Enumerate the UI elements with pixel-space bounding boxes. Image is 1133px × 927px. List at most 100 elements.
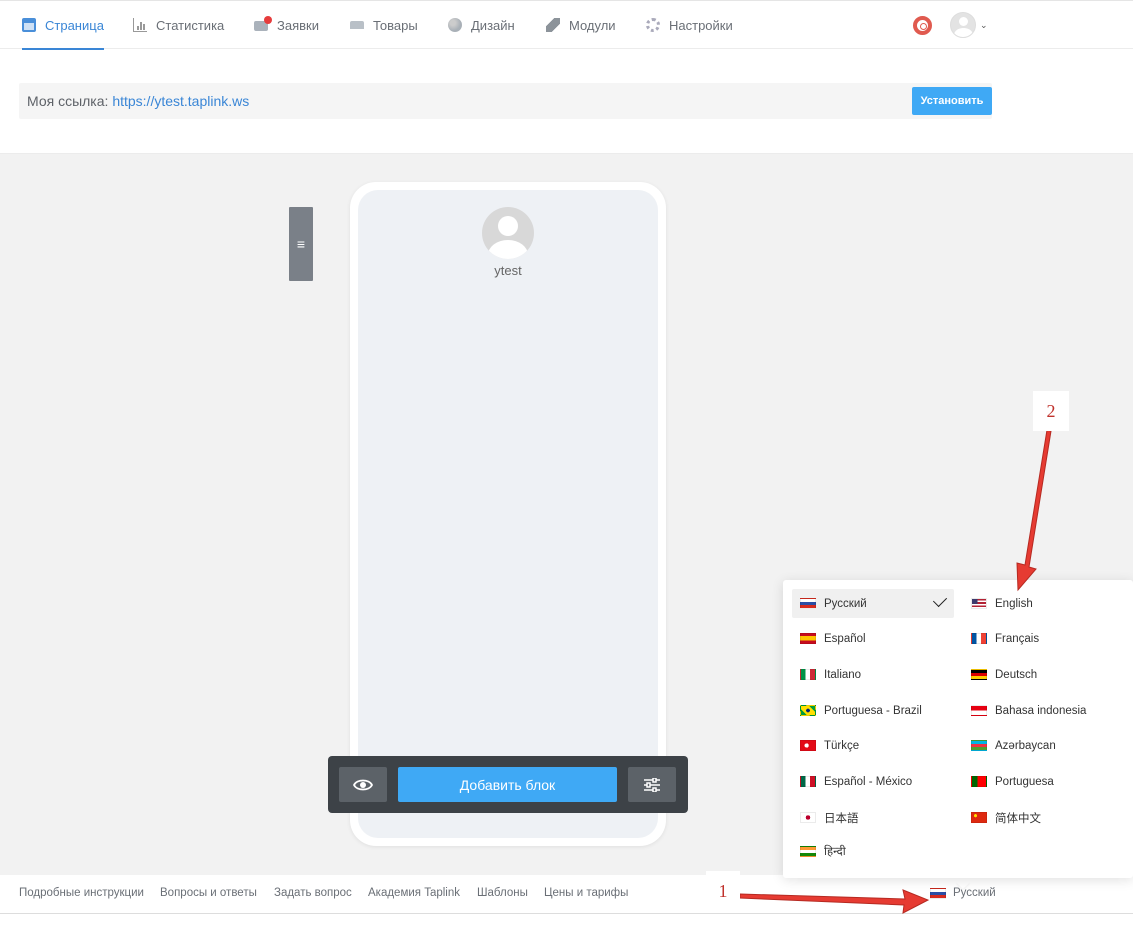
profile-avatar[interactable] bbox=[482, 207, 534, 259]
language-option-ru[interactable]: Русский bbox=[792, 589, 954, 618]
mexico-flag-icon bbox=[800, 776, 816, 787]
my-link-url[interactable]: https://ytest.taplink.ws bbox=[112, 93, 249, 109]
language-option-ja[interactable]: 日本語 bbox=[792, 803, 954, 832]
language-option-tr[interactable]: Türkçe bbox=[792, 731, 954, 760]
tab-design-label: Дизайн bbox=[471, 17, 515, 33]
stats-icon bbox=[133, 18, 147, 32]
footer-link-pricing[interactable]: Цены и тарифы bbox=[544, 887, 628, 899]
tab-page[interactable]: Страница bbox=[22, 1, 104, 50]
language-option-id[interactable]: Bahasa indonesia bbox=[963, 696, 1125, 725]
language-option-zh[interactable]: 简体中文 bbox=[963, 803, 1125, 832]
tab-statistics[interactable]: Статистика bbox=[133, 1, 224, 49]
language-option-de[interactable]: Deutsch bbox=[963, 660, 1125, 689]
language-option-label: Italiano bbox=[824, 668, 862, 681]
language-option-label: Türkçe bbox=[824, 739, 860, 752]
tab-page-label: Страница bbox=[45, 17, 104, 33]
settings-button[interactable] bbox=[628, 767, 676, 802]
language-option-it[interactable]: Italiano bbox=[792, 660, 954, 689]
language-option-label: English bbox=[995, 597, 1033, 610]
footer-link-ask[interactable]: Задать вопрос bbox=[274, 887, 352, 899]
tab-modules[interactable]: Модули bbox=[546, 1, 616, 49]
notification-dot bbox=[264, 16, 272, 24]
sliders-icon bbox=[644, 777, 660, 792]
portugal-flag-icon bbox=[971, 776, 987, 787]
language-option-fr[interactable]: Français bbox=[963, 624, 1125, 653]
japan-flag-icon bbox=[800, 812, 816, 823]
language-option-hi[interactable]: हिन्दी bbox=[792, 837, 954, 866]
phone-preview bbox=[350, 182, 666, 846]
language-switcher[interactable]: Русский bbox=[930, 887, 996, 899]
china-flag-icon bbox=[971, 812, 987, 823]
spain-flag-icon bbox=[800, 633, 816, 644]
tab-settings[interactable]: Настройки bbox=[646, 1, 733, 49]
footer-link-faq[interactable]: Вопросы и ответы bbox=[160, 887, 257, 899]
page-icon bbox=[22, 18, 36, 32]
tab-orders[interactable]: Заявки bbox=[254, 1, 319, 49]
palette-icon bbox=[448, 18, 462, 32]
usa-flag-icon bbox=[971, 598, 987, 609]
tab-orders-label: Заявки bbox=[277, 17, 319, 33]
install-button[interactable]: Установить bbox=[912, 87, 992, 115]
gear-icon bbox=[646, 18, 660, 32]
italy-flag-icon bbox=[800, 669, 816, 680]
russia-flag-icon bbox=[930, 887, 946, 899]
add-block-button[interactable]: Добавить блок bbox=[398, 767, 617, 802]
language-option-pt[interactable]: Portuguesa bbox=[963, 767, 1125, 796]
language-option-label: Portuguesa - Brazil bbox=[824, 704, 922, 717]
brazil-flag-icon bbox=[800, 705, 816, 716]
indonesia-flag-icon bbox=[971, 705, 987, 716]
lifebuoy-icon[interactable] bbox=[913, 16, 932, 35]
language-option-label: 日本語 bbox=[824, 812, 859, 825]
tab-settings-label: Настройки bbox=[669, 17, 733, 33]
my-link-bar: Моя ссылка: https://ytest.taplink.ws bbox=[19, 83, 992, 119]
footer-link-templates[interactable]: Шаблоны bbox=[477, 887, 528, 899]
language-option-pt-br[interactable]: Portuguesa - Brazil bbox=[792, 696, 954, 725]
language-option-label: Русский bbox=[824, 597, 867, 610]
language-option-label: Bahasa indonesia bbox=[995, 704, 1087, 717]
language-option-label: Deutsch bbox=[995, 668, 1038, 681]
language-option-es-mx[interactable]: Español - México bbox=[792, 767, 954, 796]
chevron-down-icon[interactable]: ⌄ bbox=[980, 20, 988, 31]
layers-icon bbox=[546, 18, 560, 32]
preview-button[interactable] bbox=[339, 767, 387, 802]
goods-icon bbox=[350, 21, 364, 29]
language-option-label: Français bbox=[995, 632, 1040, 645]
language-option-en[interactable]: English bbox=[963, 589, 1125, 618]
menu-icon[interactable]: ≡ bbox=[289, 207, 313, 281]
block-toolbar: Добавить блок bbox=[328, 756, 688, 813]
tab-statistics-label: Статистика bbox=[156, 17, 225, 33]
language-option-az[interactable]: Azərbaycan bbox=[963, 731, 1125, 760]
footer-link-instructions[interactable]: Подробные инструкции bbox=[19, 887, 144, 899]
my-link-text: Моя ссылка: https://ytest.taplink.ws bbox=[27, 93, 249, 109]
tab-goods-label: Товары bbox=[373, 17, 418, 33]
france-flag-icon bbox=[971, 633, 987, 644]
avatar[interactable] bbox=[950, 12, 976, 38]
language-option-es[interactable]: Español bbox=[792, 624, 954, 653]
phone-screen bbox=[358, 190, 658, 838]
check-icon bbox=[932, 592, 948, 608]
eye-icon bbox=[353, 779, 373, 790]
annotation-label-2: 2 bbox=[1033, 391, 1069, 431]
language-switcher-label: Русский bbox=[953, 887, 996, 899]
india-flag-icon bbox=[800, 846, 816, 857]
tab-goods[interactable]: Товары bbox=[350, 1, 418, 49]
russia-flag-icon bbox=[800, 598, 816, 609]
language-option-label: Azərbaycan bbox=[995, 739, 1056, 752]
germany-flag-icon bbox=[971, 669, 987, 680]
language-option-label: Portuguesa bbox=[995, 775, 1054, 788]
orders-icon bbox=[254, 16, 272, 31]
turkey-flag-icon bbox=[800, 740, 816, 751]
azerbaijan-flag-icon bbox=[971, 740, 987, 751]
language-option-label: 简体中文 bbox=[995, 812, 1041, 825]
annotation-label-1: 1 bbox=[706, 871, 740, 911]
tab-design[interactable]: Дизайн bbox=[448, 1, 515, 49]
profile-username: ytest bbox=[494, 263, 522, 278]
tab-modules-label: Модули bbox=[569, 17, 616, 33]
language-dropdown: Русский Español Italiano Portuguesa - Br… bbox=[783, 580, 1133, 878]
language-option-label: Español bbox=[824, 632, 866, 645]
footer-link-academy[interactable]: Академия Taplink bbox=[368, 887, 460, 899]
language-option-label: Español - México bbox=[824, 775, 913, 788]
language-option-label: हिन्दी bbox=[824, 846, 846, 858]
my-link-label: Моя ссылка: bbox=[27, 93, 113, 109]
top-navigation: Страница Статистика Заявки Товары Дизайн… bbox=[0, 0, 1133, 50]
